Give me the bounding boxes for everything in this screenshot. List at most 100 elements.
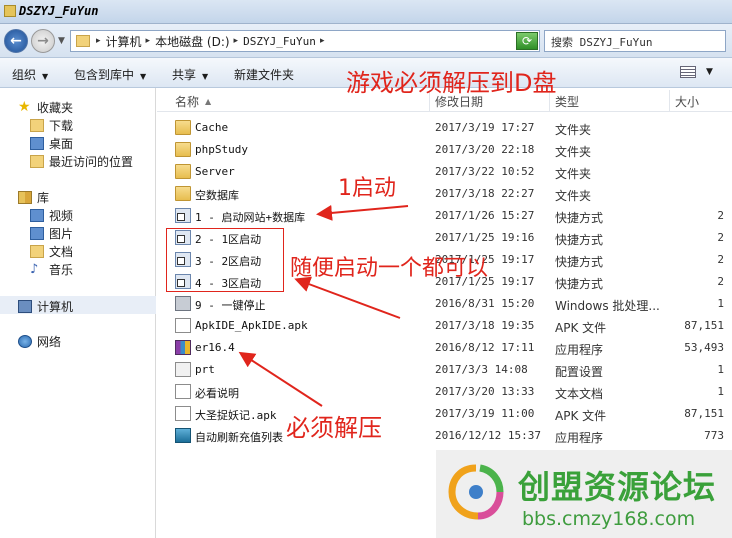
nav-item-computer[interactable]: 计算机 — [18, 298, 73, 315]
column-header-type[interactable]: 类型 — [555, 93, 579, 110]
file-row[interactable]: phpStudy 2017/3/20 22:18 文件夹 — [157, 139, 732, 161]
file-row[interactable]: er16.4 2016/8/12 17:11 应用程序 53,493 — [157, 337, 732, 359]
file-size: 2 — [717, 209, 724, 222]
nav-item-recent[interactable]: 最近访问的位置 — [30, 153, 133, 170]
forward-arrow-icon: → — [37, 33, 49, 49]
file-row[interactable]: prt 2017/3/3 14:08 配置设置 1 — [157, 359, 732, 381]
nav-label: 库 — [37, 191, 50, 205]
file-size: 773 — [704, 429, 724, 442]
recent-places-icon — [30, 155, 44, 168]
nav-item-music[interactable]: ♪ 音乐 — [30, 261, 73, 278]
breadcrumb-current-folder[interactable]: DSZYJ_FuYun — [243, 35, 316, 48]
title-bar: DSZYJ_FuYun — [0, 0, 732, 24]
share-label: 共享 — [172, 68, 197, 82]
file-row[interactable]: Server 2017/3/22 10:52 文件夹 — [157, 161, 732, 183]
file-date: 2016/8/12 17:11 — [435, 341, 535, 354]
nav-item-videos[interactable]: 视频 — [30, 207, 73, 224]
file-size: 2 — [717, 253, 724, 266]
nav-item-favorites[interactable]: ★ 收藏夹 — [18, 99, 73, 116]
file-type: 文件夹 — [555, 145, 592, 159]
nav-item-desktop[interactable]: 桌面 — [30, 135, 73, 152]
chevron-down-icon[interactable]: ▼ — [706, 67, 713, 77]
include-in-library-button[interactable]: 包含到库中 ▼ — [74, 66, 146, 83]
search-input[interactable]: 搜索 DSZYJ_FuYun — [544, 30, 726, 52]
organize-button[interactable]: 组织 ▼ — [12, 66, 48, 83]
nav-item-documents[interactable]: 文档 — [30, 243, 73, 260]
file-type: 文件夹 — [555, 189, 592, 203]
file-type: 快捷方式 — [555, 211, 604, 225]
file-type: 配置设置 — [555, 365, 604, 379]
file-date: 2017/3/18 22:27 — [435, 187, 535, 200]
column-header-size[interactable]: 大小 — [675, 93, 699, 110]
chevron-right-icon[interactable]: ▸ — [96, 36, 101, 46]
file-type: 文件夹 — [555, 167, 592, 181]
file-date: 2017/3/22 10:52 — [435, 165, 535, 178]
file-row[interactable]: ApkIDE_ApkIDE.apk 2017/3/18 19:35 APK 文件 87… — [157, 315, 732, 337]
download-folder-icon — [30, 119, 44, 132]
file-type: 快捷方式 — [555, 255, 604, 269]
view-options-icon[interactable] — [680, 66, 696, 78]
file-size: 2 — [717, 231, 724, 244]
nav-item-downloads[interactable]: 下载 — [30, 117, 73, 134]
search-placeholder: 搜索 DSZYJ_FuYun — [551, 36, 653, 49]
file-row[interactable]: 1 - 启动网站+数据库 2017/1/26 15:27 快捷方式 2 — [157, 205, 732, 227]
nav-label: 下载 — [49, 119, 74, 133]
file-date: 2016/8/31 15:20 — [435, 297, 535, 310]
file-date: 2017/3/19 17:27 — [435, 121, 535, 134]
nav-label: 收藏夹 — [37, 101, 74, 115]
nav-item-pictures[interactable]: 图片 — [30, 225, 73, 242]
address-bar[interactable]: ▸ 计算机 ▸ 本地磁盘 (D:) ▸ DSZYJ_FuYun ▸ — [70, 30, 540, 52]
chevron-right-icon[interactable]: ▸ — [234, 36, 239, 46]
annotation-must-extract: 必须解压 — [286, 414, 382, 442]
app-icon — [175, 428, 191, 443]
file-row[interactable]: 9 - 一键停止 2016/8/31 15:20 Windows 批处理... 1 — [157, 293, 732, 315]
file-row[interactable]: 大圣捉妖记.apk 2017/3/19 11:00 APK 文件 87,151 — [157, 403, 732, 425]
column-divider[interactable] — [669, 90, 670, 112]
refresh-button[interactable]: ⟳ — [516, 32, 538, 50]
file-name: 大圣捉妖记.apk — [195, 409, 277, 422]
annotation-start-any: 随便启动一个都可以 — [290, 256, 489, 281]
include-library-label: 包含到库中 — [74, 68, 135, 82]
file-row[interactable]: 空数据库 2017/3/18 22:27 文件夹 — [157, 183, 732, 205]
file-type: Windows 批处理... — [555, 299, 660, 313]
nav-label: 文档 — [49, 245, 74, 259]
music-note-icon: ♪ — [30, 262, 39, 277]
chevron-down-icon: ▼ — [140, 72, 147, 81]
document-icon — [175, 318, 191, 333]
breadcrumb-computer[interactable]: 计算机 — [106, 33, 142, 50]
nav-label: 网络 — [37, 335, 62, 349]
nav-item-network[interactable]: 网络 — [18, 333, 61, 350]
chevron-down-icon: ▼ — [42, 72, 49, 81]
back-arrow-icon: ← — [10, 33, 22, 49]
nav-item-libraries[interactable]: 库 — [18, 189, 49, 206]
file-name: 自动刷新充值列表 — [195, 431, 283, 444]
file-row[interactable]: 自动刷新充值列表 2016/12/12 15:37 应用程序 773 — [157, 425, 732, 447]
file-name: 1 - 启动网站+数据库 — [195, 211, 306, 224]
folder-icon — [4, 5, 16, 17]
batch-file-icon — [175, 296, 191, 311]
new-folder-button[interactable]: 新建文件夹 — [234, 66, 294, 83]
column-header-name[interactable]: 名称 ▲ — [175, 93, 211, 110]
folder-icon — [175, 186, 191, 201]
file-row[interactable]: Cache 2017/3/19 17:27 文件夹 — [157, 117, 732, 139]
nav-label: 图片 — [49, 227, 74, 241]
forum-logo-icon — [448, 464, 504, 520]
recent-pages-dropdown[interactable]: ▼ — [58, 36, 65, 46]
config-icon — [175, 362, 191, 377]
nav-label: 计算机 — [37, 300, 74, 314]
file-date: 2017/1/25 19:16 — [435, 231, 535, 244]
breadcrumb-drive-d[interactable]: 本地磁盘 (D:) — [155, 33, 229, 50]
back-button[interactable]: ← — [4, 29, 28, 53]
nav-label: 桌面 — [49, 137, 74, 151]
forward-button[interactable]: → — [31, 29, 55, 53]
file-row[interactable]: 必看说明 2017/3/20 13:33 文本文档 1 — [157, 381, 732, 403]
text-file-icon — [175, 384, 191, 399]
chevron-right-icon[interactable]: ▸ — [146, 36, 151, 46]
file-type: 快捷方式 — [555, 233, 604, 247]
file-type: 文本文档 — [555, 387, 604, 401]
file-date: 2017/3/19 11:00 — [435, 407, 535, 420]
file-size: 1 — [717, 297, 724, 310]
share-button[interactable]: 共享 ▼ — [172, 66, 208, 83]
file-name: ApkIDE_ApkIDE.apk — [195, 319, 308, 332]
chevron-right-icon[interactable]: ▸ — [320, 36, 325, 46]
